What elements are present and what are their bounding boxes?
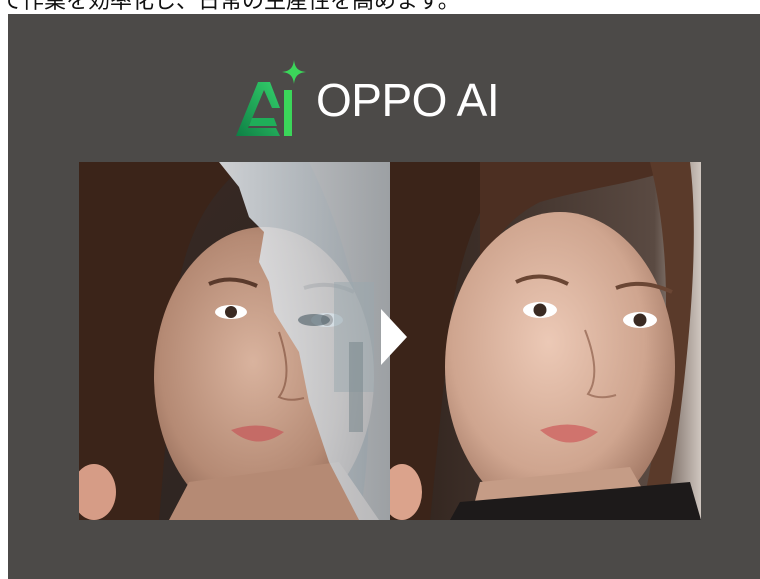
oppo-ai-logo: OPPO AI (232, 58, 500, 138)
before-photo (79, 162, 390, 520)
caption-text: で作業を効率化し、日常の生産性を高めます。 (0, 0, 460, 14)
after-photo (390, 162, 701, 520)
oppo-ai-logo-icon (236, 60, 306, 136)
logo-text: OPPO AI (316, 74, 500, 126)
arrow-right-icon (381, 309, 407, 365)
